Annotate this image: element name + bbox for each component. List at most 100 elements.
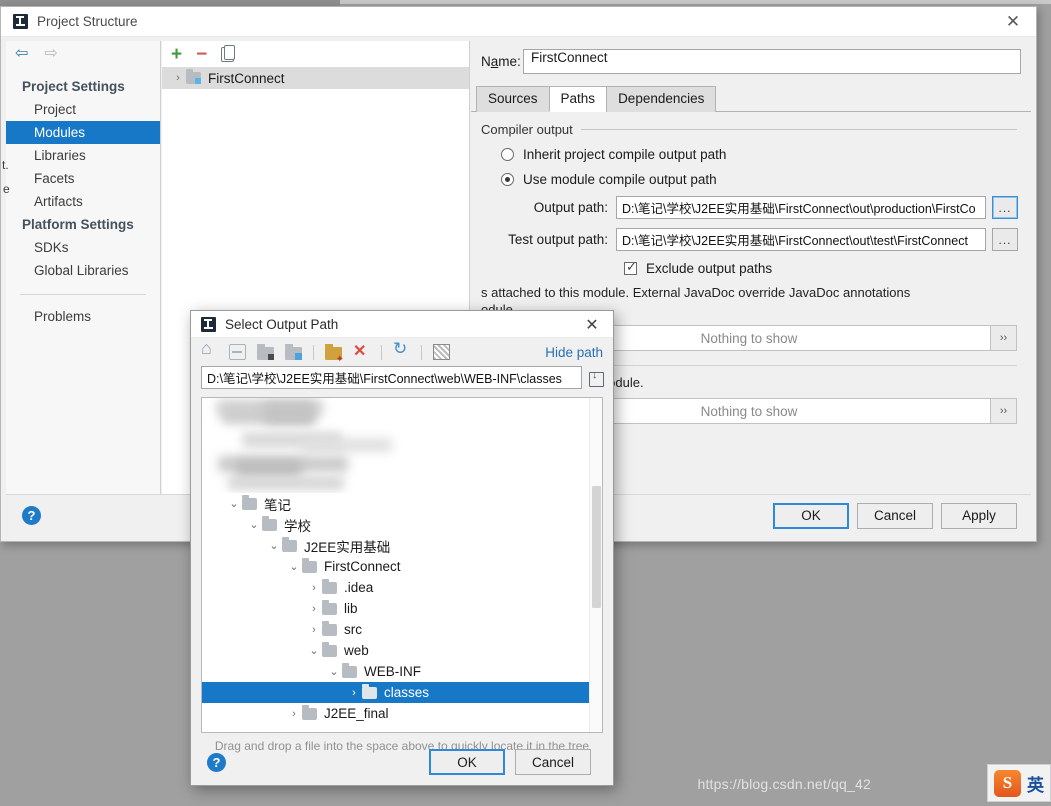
tree-row[interactable]: ⌄ web [202, 640, 602, 661]
ok-button[interactable]: OK [773, 502, 849, 529]
sidebar-item-project[interactable]: Project [6, 98, 160, 121]
footer-buttons: OK Cancel Apply [773, 502, 1017, 529]
tree-row[interactable]: ⌄ WEB-INF [202, 661, 602, 682]
paste-icon[interactable] [588, 369, 604, 387]
tree-row-label: lib [344, 601, 358, 616]
arrow-right-icon[interactable]: ⇨ [44, 46, 57, 62]
chevron-down-icon[interactable]: ⌄ [326, 665, 342, 678]
blurred-tree-region [202, 398, 602, 493]
scrollbar-thumb[interactable] [592, 486, 601, 608]
exclude-output-paths-label: Exclude output paths [646, 261, 773, 276]
show-hidden-icon[interactable] [433, 344, 450, 360]
tree-row-label: web [344, 643, 369, 658]
arrow-left-icon[interactable]: ⇦ [15, 46, 28, 62]
tab-dependencies[interactable]: Dependencies [606, 86, 717, 112]
copy-icon[interactable] [221, 44, 236, 62]
tree-row-label: J2EE实用基础 [304, 539, 391, 555]
chevron-right-icon[interactable]: › [306, 624, 322, 636]
close-icon[interactable]: ✕ [990, 7, 1036, 37]
folder-icon [282, 536, 297, 552]
toolbar-divider [381, 344, 382, 360]
javadoc-expand-button[interactable]: ›› [990, 325, 1017, 351]
module-name-input[interactable]: FirstConnect [523, 49, 1021, 74]
radio-module-icon[interactable] [501, 173, 514, 186]
plus-icon[interactable]: + [171, 45, 182, 64]
chevron-right-icon[interactable]: › [306, 582, 322, 594]
section-rule [580, 129, 1017, 130]
close-icon[interactable]: ✕ [575, 311, 609, 338]
sidebar-item-modules[interactable]: Modules [6, 121, 160, 144]
tree-row-label: WEB-INF [364, 664, 421, 679]
folder-icon [322, 620, 337, 636]
output-path-input[interactable]: D:\笔记\学校\J2EE实用基础\FirstConnect\out\produ… [616, 196, 986, 219]
background-text-fragment: t. [2, 158, 9, 172]
ime-mode-label[interactable]: 英 [1027, 771, 1044, 796]
sidebar-item-problems[interactable]: Problems [6, 305, 160, 328]
home-icon[interactable] [201, 338, 218, 360]
help-icon[interactable]: ? [22, 506, 41, 525]
compiler-output-section-header: Compiler output [471, 122, 1031, 137]
desktop-icon[interactable] [229, 344, 246, 360]
sidebar-toolbar: ⇦ ⇨ [6, 41, 160, 67]
folder-project-icon[interactable] [285, 343, 302, 360]
ok-button[interactable]: OK [429, 749, 505, 775]
tab-paths[interactable]: Paths [548, 86, 608, 112]
sidebar-item-global-libraries[interactable]: Global Libraries [6, 259, 160, 282]
cancel-button[interactable]: Cancel [515, 749, 591, 775]
chevron-right-icon[interactable]: › [286, 708, 302, 720]
test-output-path-input[interactable]: D:\笔记\学校\J2EE实用基础\FirstConnect\out\test\… [616, 228, 986, 251]
sidebar-item-facets[interactable]: Facets [6, 167, 160, 190]
tree-row-selected[interactable]: › classes [202, 682, 602, 703]
chevron-right-icon[interactable]: › [346, 687, 362, 699]
module-list-item-firstconnect[interactable]: › FirstConnect [162, 67, 469, 89]
chevron-down-icon[interactable]: ⌄ [266, 539, 282, 552]
sidebar-item-libraries[interactable]: Libraries [6, 144, 160, 167]
tree-row-label: src [344, 622, 362, 637]
minus-icon[interactable]: − [196, 45, 207, 64]
sogou-logo-icon[interactable]: S [994, 769, 1021, 797]
new-folder-icon[interactable] [325, 343, 344, 365]
tree-row[interactable]: ⌄ J2EE实用基础 [202, 535, 602, 556]
inherit-output-radio-row[interactable]: Inherit project compile output path [471, 137, 1031, 162]
chevron-right-icon[interactable]: › [306, 603, 322, 615]
tree-row[interactable]: › J2EE_final [202, 703, 602, 724]
tree-scrollbar[interactable] [589, 398, 602, 732]
tree-row[interactable]: › lib [202, 598, 602, 619]
background-text-fragment: e [3, 182, 10, 196]
folder-icon [242, 494, 257, 510]
hide-path-link[interactable]: Hide path [545, 345, 603, 360]
folder-save-icon[interactable] [257, 343, 274, 360]
tree-row[interactable]: ⌄ 学校 [202, 514, 602, 535]
checkbox-exclude-icon[interactable] [624, 259, 637, 275]
annotations-expand-button[interactable]: ›› [990, 398, 1017, 424]
delete-icon[interactable] [353, 341, 370, 361]
module-folder-icon [186, 69, 201, 84]
apply-button[interactable]: Apply [941, 502, 1017, 529]
toolbar-divider [313, 344, 314, 360]
screen-root: Project Structure ✕ ⇦ ⇨ Project Settings… [0, 0, 1051, 806]
dialog-title: Select Output Path [225, 316, 339, 332]
chevron-down-icon[interactable]: ⌄ [246, 518, 262, 531]
path-input[interactable]: D:\笔记\学校\J2EE实用基础\FirstConnect\web\WEB-I… [201, 366, 582, 389]
sidebar-item-artifacts[interactable]: Artifacts [6, 190, 160, 213]
tree-row[interactable]: ⌄ FirstConnect [202, 556, 602, 577]
chevron-down-icon[interactable]: ⌄ [226, 497, 242, 510]
tree-row[interactable]: › src [202, 619, 602, 640]
cancel-button[interactable]: Cancel [857, 502, 933, 529]
tab-sources[interactable]: Sources [476, 86, 550, 112]
chevron-right-icon[interactable]: › [170, 72, 186, 84]
refresh-icon[interactable] [393, 339, 410, 360]
tree-row[interactable]: › .idea [202, 577, 602, 598]
help-icon[interactable]: ? [207, 752, 226, 772]
exclude-output-paths-row[interactable]: Exclude output paths [471, 251, 1031, 276]
output-path-browse-button[interactable]: ... [992, 196, 1018, 219]
radio-inherit-icon[interactable] [501, 148, 514, 161]
module-output-radio-row[interactable]: Use module compile output path [471, 162, 1031, 187]
toolbar-divider [421, 344, 422, 360]
sidebar-item-sdks[interactable]: SDKs [6, 236, 160, 259]
tree-row[interactable]: ⌄ 笔记 [202, 493, 602, 514]
ime-indicator[interactable]: S 英 [987, 764, 1051, 802]
chevron-down-icon[interactable]: ⌄ [286, 560, 302, 573]
test-output-path-browse-button[interactable]: ... [992, 228, 1018, 251]
chevron-down-icon[interactable]: ⌄ [306, 644, 322, 657]
